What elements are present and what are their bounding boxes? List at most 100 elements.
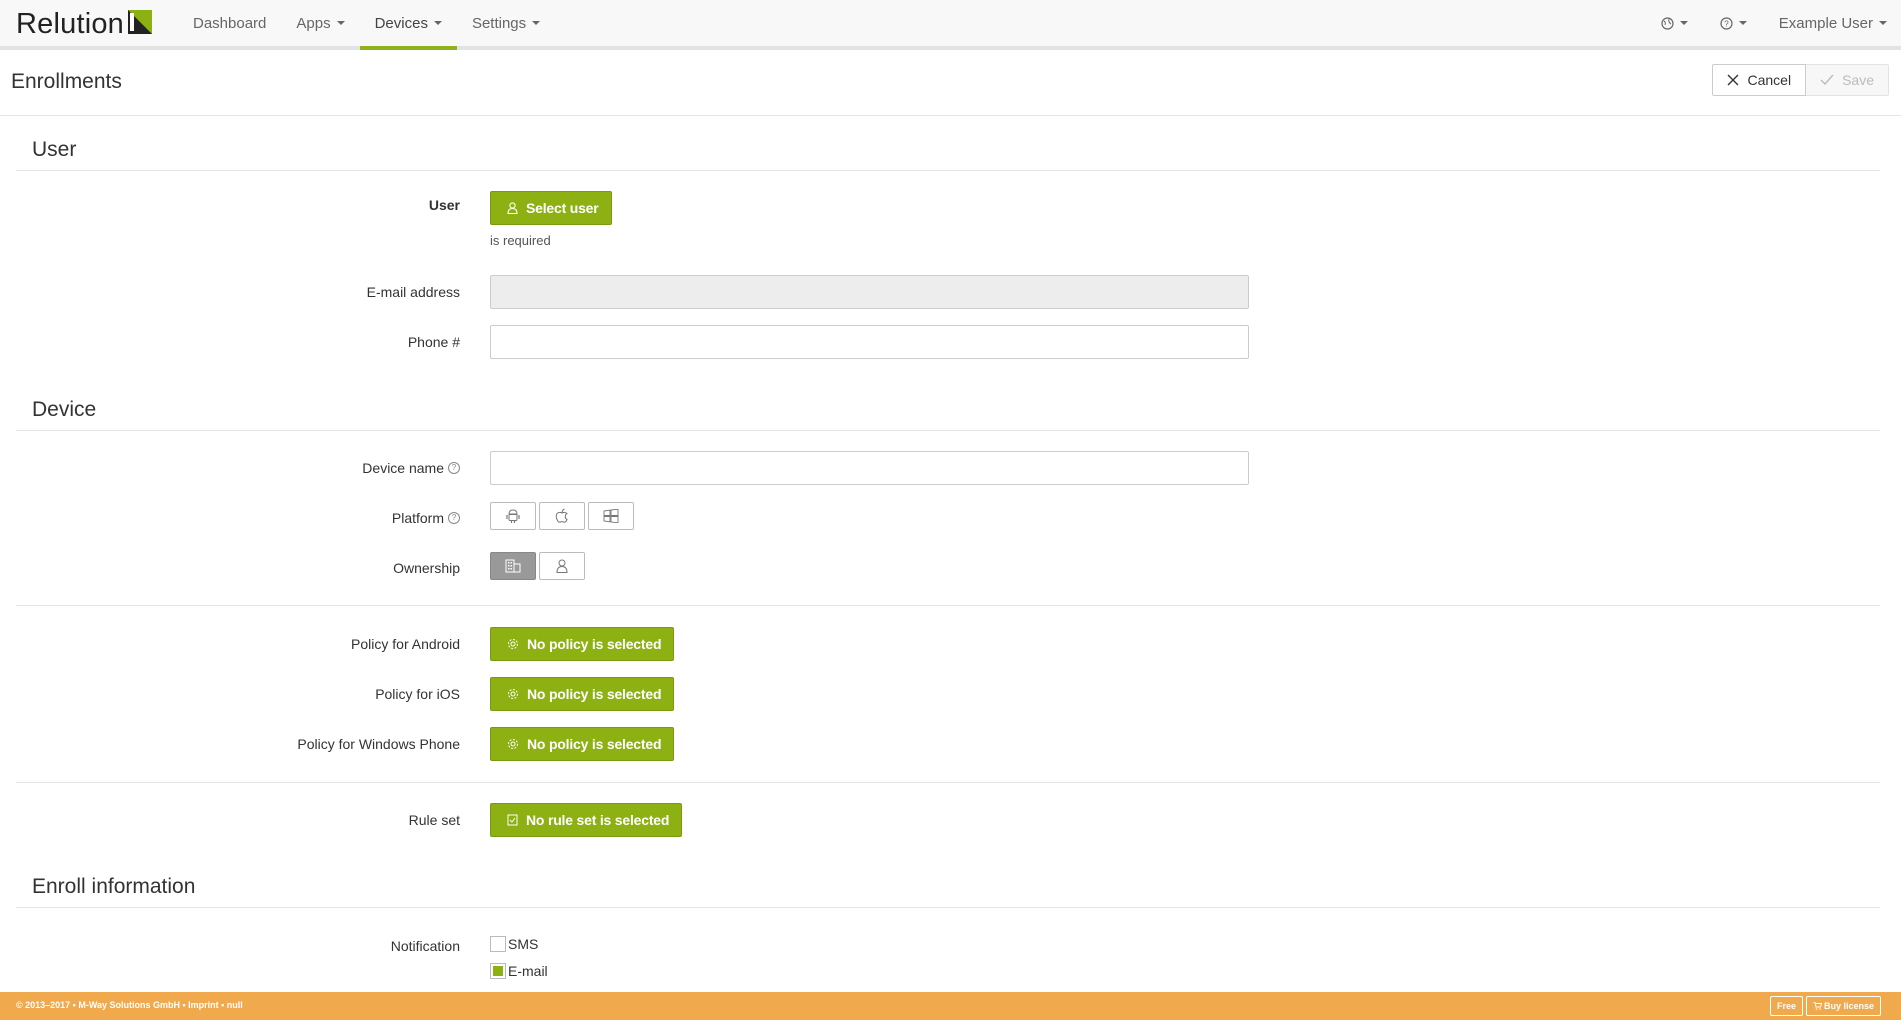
platform-label: Platform ? xyxy=(392,510,460,526)
policy-gear-icon xyxy=(508,639,518,649)
cancel-label: Cancel xyxy=(1747,72,1792,88)
nav-item-label: Devices xyxy=(374,14,428,32)
user-required-hint: is required xyxy=(490,233,551,248)
policy-android-label: Policy for Android xyxy=(351,636,460,652)
sms-checkbox[interactable] xyxy=(490,936,506,952)
nav-item-label: Settings xyxy=(471,14,527,32)
policy-android-button[interactable]: No policy is selected xyxy=(490,627,675,661)
caret-down-icon xyxy=(1738,21,1747,25)
policy-ios-value: No policy is selected xyxy=(527,686,662,702)
footer-actions: Free Buy license xyxy=(1769,996,1881,1016)
divider xyxy=(16,430,1880,431)
device-name-label-text: Device name xyxy=(362,460,444,476)
notification-label: Notification xyxy=(390,938,460,954)
email-field[interactable] xyxy=(490,275,1249,309)
user-menu[interactable]: Example User xyxy=(1763,0,1901,46)
company-icon xyxy=(505,559,521,573)
ownership-personal-toggle[interactable] xyxy=(539,552,585,580)
user-icon xyxy=(507,202,518,214)
save-button[interactable]: Save xyxy=(1806,64,1889,96)
page-header: Enrollments Cancel Save xyxy=(0,50,1901,116)
caret-down-icon xyxy=(336,21,345,25)
divider xyxy=(16,170,1880,171)
section-title-user: User xyxy=(32,138,77,161)
policy-windows-value: No policy is selected xyxy=(527,736,662,752)
help-icon[interactable]: ? xyxy=(448,512,460,524)
page-title: Enrollments xyxy=(11,70,122,93)
svg-text:?: ? xyxy=(1724,19,1729,28)
ownership-toggle-group xyxy=(490,552,585,580)
nav-item-apps[interactable]: Apps xyxy=(281,0,359,50)
nav-right: ? Example User xyxy=(1645,0,1901,46)
user-menu-label: Example User xyxy=(1778,14,1873,32)
device-name-field[interactable] xyxy=(490,451,1249,485)
phone-field[interactable] xyxy=(490,325,1249,359)
nav-item-devices[interactable]: Devices xyxy=(359,0,457,50)
nav-item-label: Dashboard xyxy=(193,14,267,32)
policy-android-value: No policy is selected xyxy=(527,636,662,652)
platform-ios-toggle[interactable] xyxy=(539,502,585,530)
buy-license-button[interactable]: Buy license xyxy=(1805,996,1881,1016)
nav-item-label: Apps xyxy=(296,14,331,32)
close-icon xyxy=(1727,74,1739,86)
policy-ios-button[interactable]: No policy is selected xyxy=(490,677,675,711)
platform-label-text: Platform xyxy=(391,510,444,526)
cancel-button[interactable]: Cancel xyxy=(1712,64,1807,96)
help-icon: ? xyxy=(1720,16,1733,30)
caret-down-icon xyxy=(532,21,541,25)
brand-logo[interactable]: Relution xyxy=(16,6,152,42)
brand-name: Relution xyxy=(16,7,124,40)
check-icon xyxy=(1820,74,1834,86)
platform-toggle-group xyxy=(490,502,634,530)
footer-bar: © 2013–2017 • M-Way Solutions GmbH • Imp… xyxy=(0,992,1901,1020)
device-name-label: Device name ? xyxy=(362,460,460,476)
top-navbar: Relution Dashboard Apps Devices Settings… xyxy=(0,0,1901,50)
android-icon xyxy=(506,509,520,523)
sms-label: SMS xyxy=(508,936,539,952)
windows-icon xyxy=(603,509,619,523)
footer-copyright: © 2013–2017 • M-Way Solutions GmbH • Imp… xyxy=(16,1000,243,1010)
user-label: User xyxy=(428,197,460,213)
platform-android-toggle[interactable] xyxy=(490,502,536,530)
header-actions: Cancel Save xyxy=(1712,64,1889,96)
save-label: Save xyxy=(1842,72,1874,88)
checkbox-checked-mark xyxy=(493,966,503,976)
email-notification-label: E-mail xyxy=(508,963,548,979)
divider xyxy=(16,907,1880,908)
main-nav: Dashboard Apps Devices Settings xyxy=(178,0,555,50)
platform-windows-toggle[interactable] xyxy=(588,502,634,530)
notification-email-row: E-mail xyxy=(490,963,548,979)
nav-item-dashboard[interactable]: Dashboard xyxy=(178,0,281,50)
email-checkbox[interactable] xyxy=(490,963,506,979)
rule-set-icon xyxy=(507,814,518,826)
nav-item-settings[interactable]: Settings xyxy=(457,0,555,50)
apple-icon xyxy=(555,508,568,523)
section-title-device: Device xyxy=(32,398,97,421)
logo-mark-icon xyxy=(128,10,152,34)
policy-gear-icon xyxy=(508,739,518,749)
ownership-company-toggle[interactable] xyxy=(490,552,536,580)
ownership-label: Ownership xyxy=(393,560,460,576)
rule-set-button[interactable]: No rule set is selected xyxy=(490,803,683,837)
divider xyxy=(16,782,1880,783)
policy-gear-icon xyxy=(508,689,518,699)
cart-icon xyxy=(1813,1002,1822,1010)
globe-icon xyxy=(1661,16,1674,30)
caret-down-icon xyxy=(433,21,442,25)
buy-license-label: Buy license xyxy=(1823,1001,1874,1011)
personal-icon xyxy=(556,559,568,573)
rule-set-label: Rule set xyxy=(408,812,460,828)
help-icon[interactable]: ? xyxy=(448,462,460,474)
help-menu[interactable]: ? xyxy=(1704,0,1763,46)
policy-windows-button[interactable]: No policy is selected xyxy=(490,727,675,761)
notification-sms-row: SMS xyxy=(490,936,538,952)
policy-windows-label: Policy for Windows Phone xyxy=(297,736,460,752)
free-license-button[interactable]: Free xyxy=(1769,996,1803,1016)
caret-down-icon xyxy=(1879,21,1887,25)
email-label: E-mail address xyxy=(366,284,460,300)
select-user-button[interactable]: Select user xyxy=(490,191,612,225)
phone-label: Phone # xyxy=(407,334,460,350)
select-user-label: Select user xyxy=(526,200,599,216)
language-menu[interactable] xyxy=(1645,0,1704,46)
divider xyxy=(16,605,1880,606)
